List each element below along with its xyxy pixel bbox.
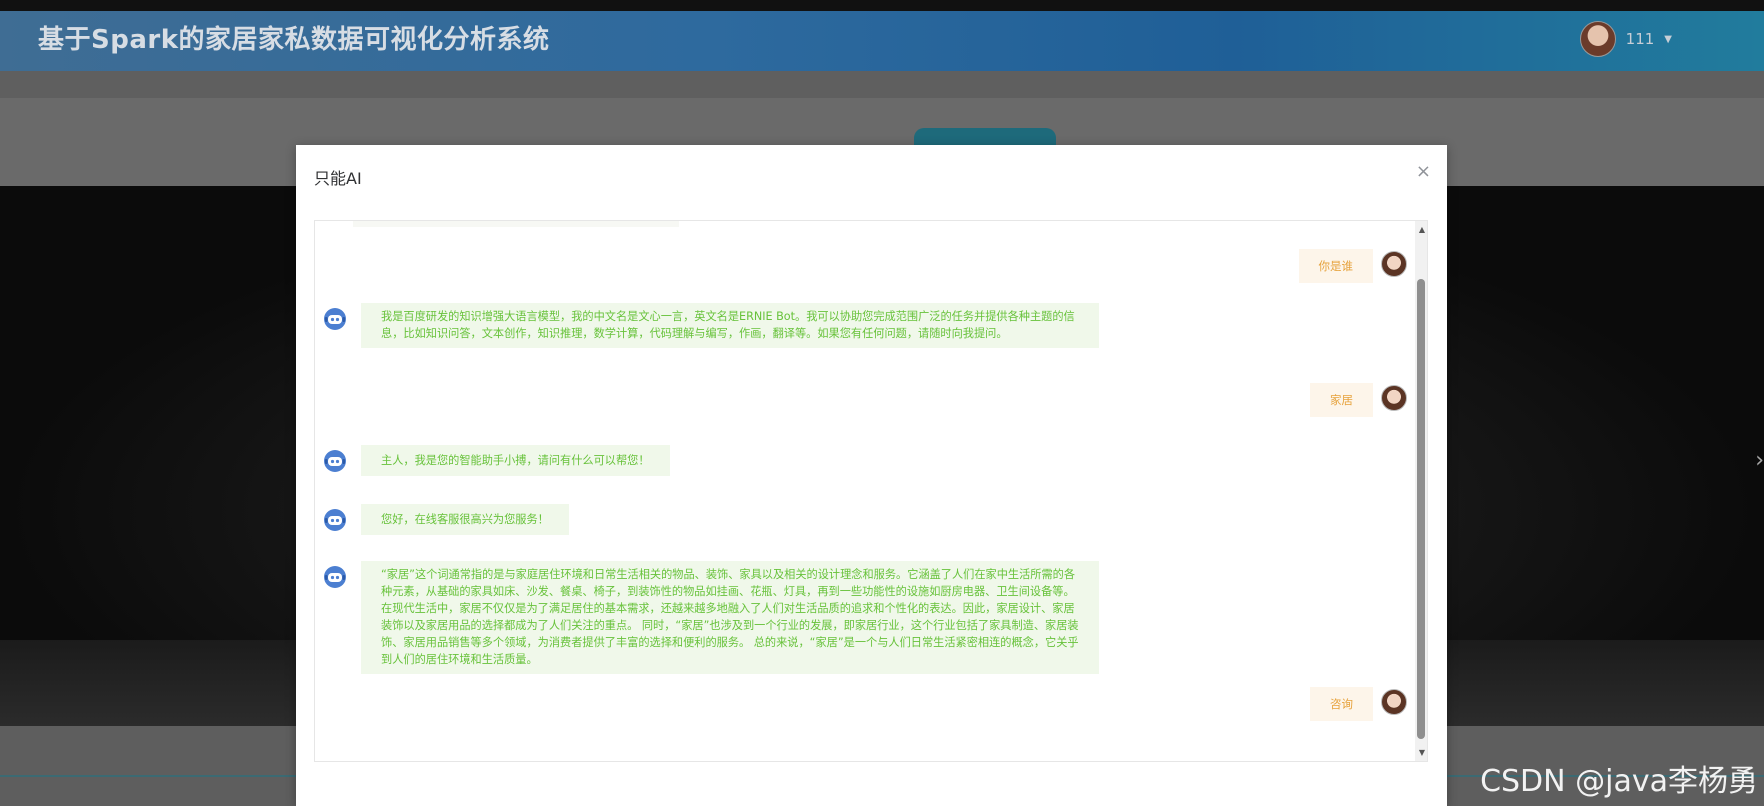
user-bubble: 咨询 (1310, 687, 1373, 721)
scroll-thumb[interactable] (1417, 279, 1425, 739)
scroll-down-icon[interactable]: ▼ (1419, 748, 1425, 757)
bot-bubble: “家居”这个词通常指的是与家庭居住环境和日常生活相关的物品、装饰、家具以及相关的… (361, 561, 1099, 674)
robot-icon (324, 566, 346, 588)
bot-bubble: 您好，在线客服很高兴为您服务！ (361, 504, 569, 535)
chat-message-bot: 主人，我是您的智能助手小搏，请问有什么可以帮您！ (323, 445, 670, 476)
watermark: CSDN @java李杨勇 (1480, 764, 1758, 799)
user-bubble: 你是谁 (1298, 249, 1373, 283)
chat-message-user: 家居 (1310, 383, 1407, 417)
scroll-up-icon[interactable]: ▲ (1419, 225, 1425, 234)
chat-message-bot: 您好，在线客服很高兴为您服务！ (323, 504, 569, 535)
ai-chat-dialog: 只能AI × 你是谁 我是百度研发的知识增强大语言模型，我的中文名是文心一言，英… (296, 145, 1447, 806)
chat-scroll-area[interactable]: 你是谁 我是百度研发的知识增强大语言模型，我的中文名是文心一言，英文名是ERNI… (314, 220, 1428, 762)
bot-bubble: 主人，我是您的智能助手小搏，请问有什么可以帮您！ (361, 445, 670, 476)
chat-scrollbar[interactable]: ▲ ▼ (1415, 221, 1427, 761)
user-name[interactable]: 111 (1626, 30, 1655, 48)
chat-message-user: 咨询 (1310, 687, 1407, 721)
chat-message-bot: “家居”这个词通常指的是与家庭居住环境和日常生活相关的物品、装饰、家具以及相关的… (323, 561, 1099, 674)
top-black-strip (0, 0, 1764, 11)
robot-icon (324, 450, 346, 472)
cut-off-bubble (353, 221, 679, 227)
app-header: 基于Spark的家居家私数据可视化分析系统 111 ▼ (0, 11, 1764, 71)
bot-bubble: 我是百度研发的知识增强大语言模型，我的中文名是文心一言，英文名是ERNIE Bo… (361, 303, 1099, 348)
user-bubble: 家居 (1310, 383, 1373, 417)
app-title: 基于Spark的家居家私数据可视化分析系统 (38, 25, 550, 55)
user-avatar-icon[interactable] (1579, 21, 1616, 57)
chat-message-bot: 我是百度研发的知识增强大语言模型，我的中文名是文心一言，英文名是ERNIE Bo… (323, 303, 1099, 348)
user-avatar-icon (1381, 251, 1407, 277)
close-icon[interactable]: × (1416, 161, 1431, 182)
user-avatar-icon (1381, 689, 1407, 715)
user-menu[interactable]: 111 ▼ (1579, 21, 1672, 57)
robot-icon (324, 308, 346, 330)
user-avatar-icon (1381, 385, 1407, 411)
robot-icon (324, 509, 346, 531)
dialog-title: 只能AI (314, 169, 362, 188)
chevron-right-icon[interactable]: › (1755, 448, 1764, 473)
chat-message-user: 你是谁 (1298, 249, 1407, 283)
caret-down-icon[interactable]: ▼ (1664, 34, 1672, 45)
